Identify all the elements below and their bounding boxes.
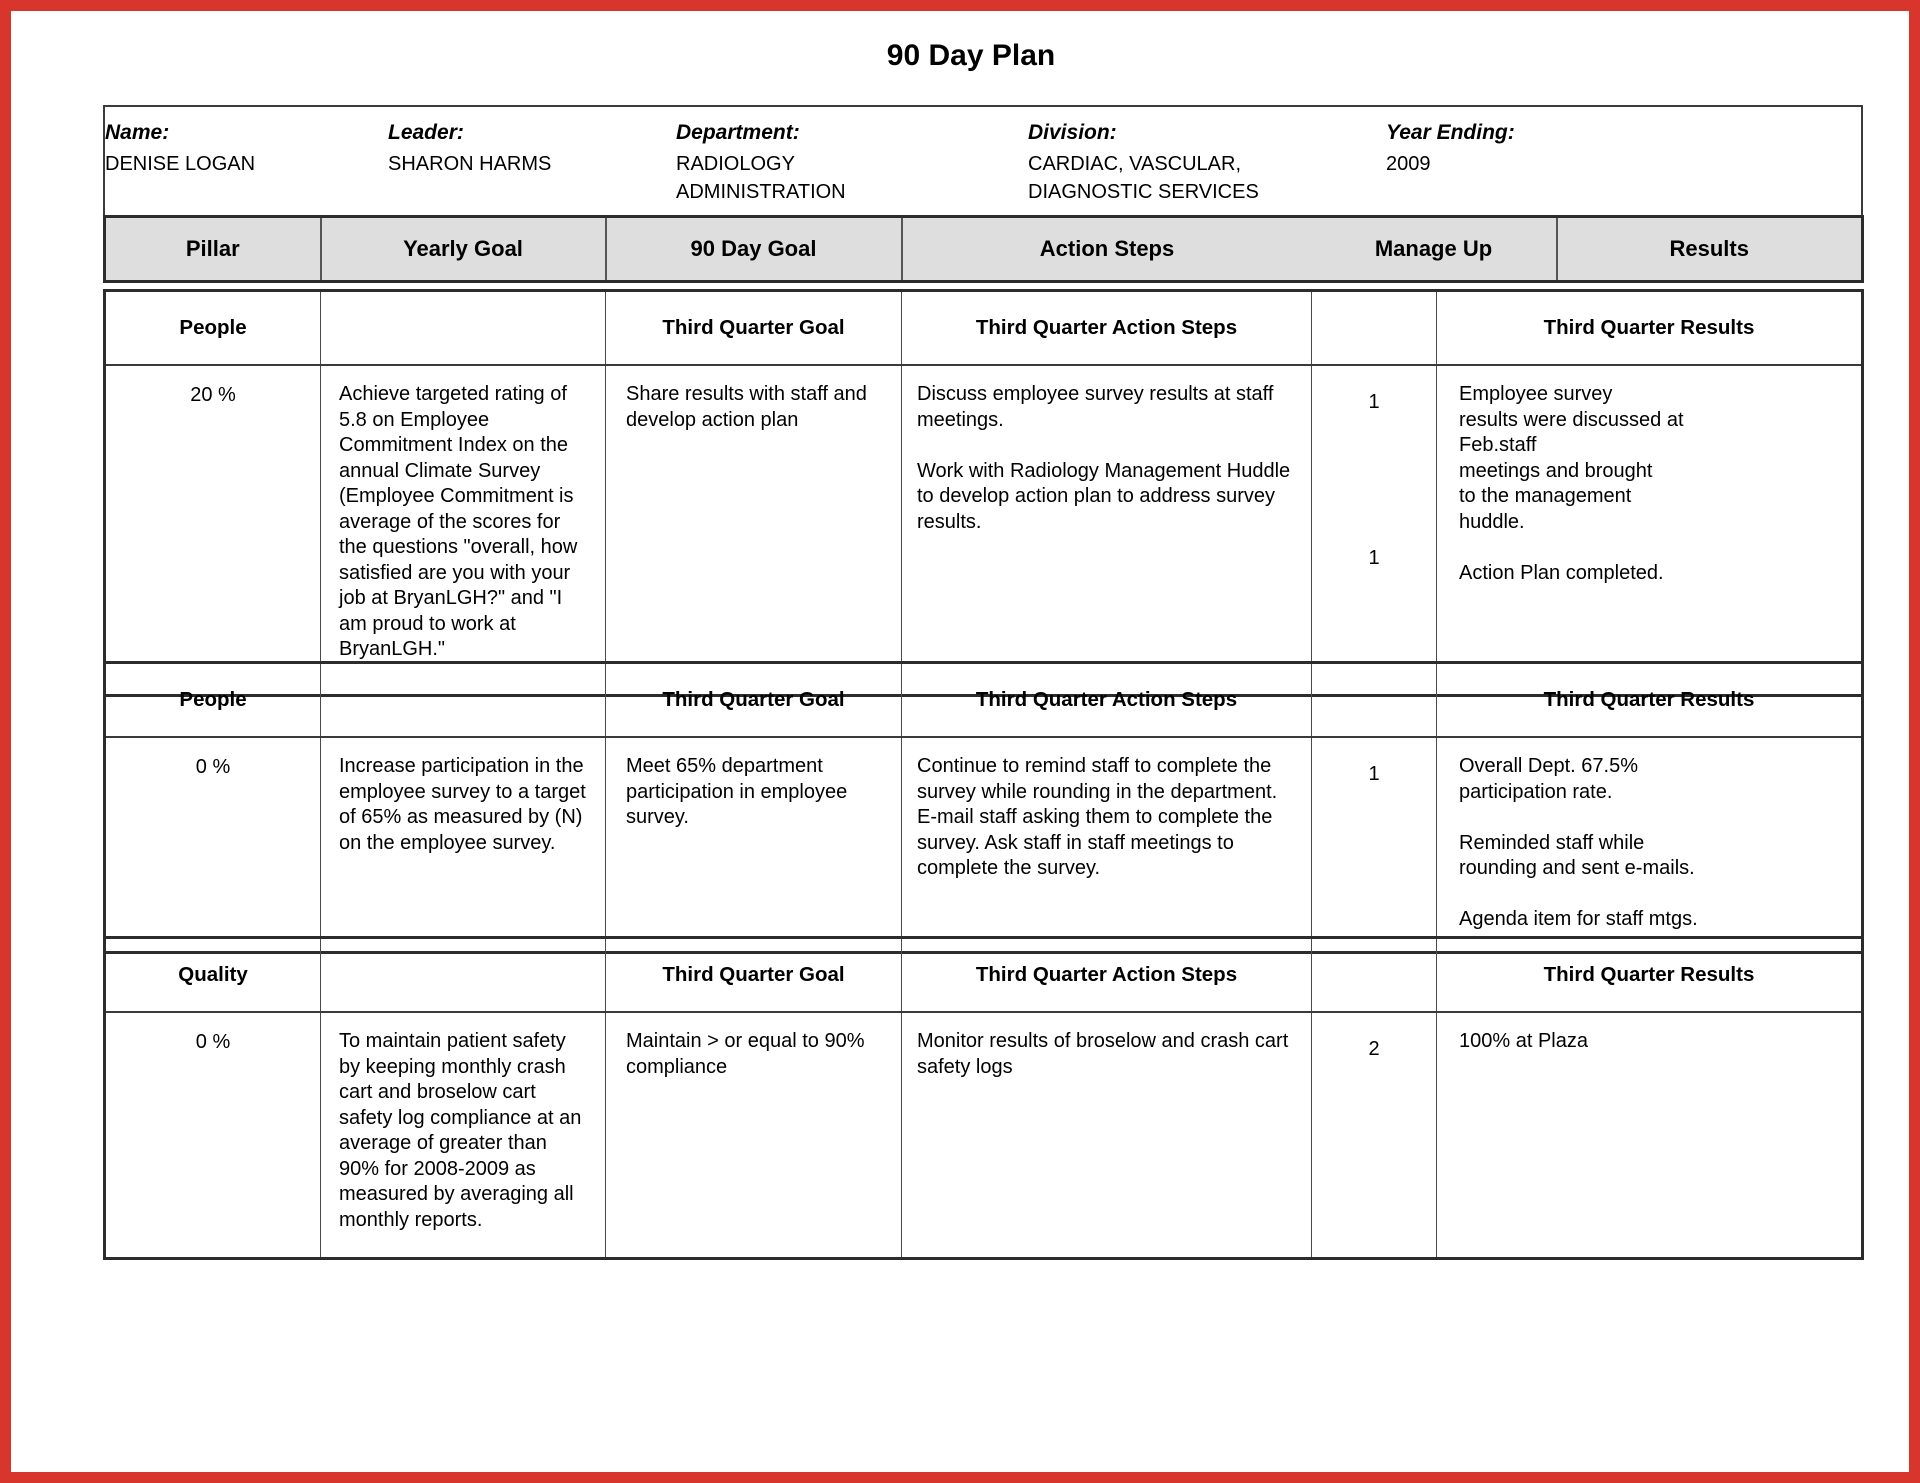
info-label-division: Division: bbox=[1028, 121, 1117, 144]
info-label-name: Name: bbox=[105, 121, 170, 144]
plan-section-1: People Third Quarter Goal Third Quarter … bbox=[103, 289, 1864, 697]
cell-yearly-goal: To maintain patient safety by keeping mo… bbox=[320, 1012, 606, 1258]
section-pillar-label: Quality bbox=[104, 937, 321, 1013]
cell-90-day-goal: Meet 65% department participation in emp… bbox=[605, 737, 902, 952]
section-manage-up-label bbox=[1311, 662, 1437, 738]
section-subheader-row: Quality Third Quarter Goal Third Quarter… bbox=[104, 937, 1863, 1013]
section-quarter-action-steps-label: Third Quarter Action Steps bbox=[901, 290, 1312, 366]
table-column-header: Pillar Yearly Goal 90 Day Goal Action St… bbox=[103, 215, 1864, 283]
col-header-results: Results bbox=[1555, 216, 1863, 282]
section-pillar-label: People bbox=[104, 662, 321, 738]
plan-section-2: People Third Quarter Goal Third Quarter … bbox=[103, 661, 1864, 954]
plan-info-table: Name: DENISE LOGAN Leader: SHARON HARMS … bbox=[103, 105, 1863, 222]
cell-action-steps: Continue to remind staff to complete the… bbox=[901, 737, 1312, 952]
info-cell-department: Department: RADIOLOGY ADMINISTRATION bbox=[676, 106, 1028, 221]
col-header-manage-up: Manage Up bbox=[1311, 216, 1557, 282]
document-sheet: 90 Day Plan Name: DENISE LOGAN Leader: S… bbox=[11, 11, 1909, 1472]
col-header-pillar: Pillar bbox=[104, 216, 321, 282]
table-row: 0 % Increase participation in the employ… bbox=[105, 737, 1863, 952]
info-value-division: CARDIAC, VASCULAR, DIAGNOSTIC SERVICES bbox=[1028, 153, 1259, 203]
table-row: 20 % Achieve targeted rating of 5.8 on E… bbox=[105, 365, 1863, 695]
plan-section-3: Quality Third Quarter Goal Third Quarter… bbox=[103, 936, 1864, 1260]
section-quarter-results-label: Third Quarter Results bbox=[1436, 662, 1863, 738]
page-title: 90 Day Plan bbox=[886, 39, 1056, 72]
cell-action-steps: Discuss employee survey results at staff… bbox=[901, 365, 1312, 695]
section-manage-up-label bbox=[1311, 290, 1437, 366]
cell-pillar-percent: 0 % bbox=[195, 756, 231, 778]
cell-90-day-goal: Share results with staff and develop act… bbox=[605, 365, 902, 695]
cell-pillar-percent: 0 % bbox=[195, 1031, 231, 1053]
section-yearly-goal-label bbox=[320, 662, 606, 738]
info-cell-name: Name: DENISE LOGAN bbox=[104, 106, 388, 221]
section-quarter-results-label: Third Quarter Results bbox=[1436, 290, 1863, 366]
cell-results: 100% at Plaza bbox=[1436, 1012, 1863, 1258]
section-yearly-goal-label bbox=[320, 290, 606, 366]
info-label-leader: Leader: bbox=[388, 121, 464, 144]
cell-results: Overall Dept. 67.5% participation rate. … bbox=[1436, 737, 1863, 952]
section-quarter-goal-label: Third Quarter Goal bbox=[605, 662, 902, 738]
col-header-90-day-goal: 90 Day Goal bbox=[604, 216, 902, 282]
section-quarter-goal-label: Third Quarter Goal bbox=[605, 937, 902, 1013]
cell-results: Employee survey results were discussed a… bbox=[1436, 365, 1863, 695]
info-label-department: Department: bbox=[676, 121, 800, 144]
cell-yearly-goal: Increase participation in the employee s… bbox=[320, 737, 606, 952]
info-row: Name: DENISE LOGAN Leader: SHARON HARMS … bbox=[104, 106, 1862, 221]
section-pillar-label: People bbox=[104, 290, 321, 366]
info-value-department: RADIOLOGY ADMINISTRATION bbox=[676, 153, 846, 203]
col-header-action-steps: Action Steps bbox=[900, 216, 1312, 282]
info-label-year-ending: Year Ending: bbox=[1386, 121, 1515, 144]
column-header-row: Pillar Yearly Goal 90 Day Goal Action St… bbox=[104, 216, 1863, 282]
cell-manage-up: 1 1 bbox=[1311, 365, 1437, 695]
info-cell-leader: Leader: SHARON HARMS bbox=[388, 106, 676, 221]
page-red-frame: 90 Day Plan Name: DENISE LOGAN Leader: S… bbox=[0, 0, 1920, 1483]
section-yearly-goal-label bbox=[320, 937, 606, 1013]
info-value-leader: SHARON HARMS bbox=[388, 153, 552, 175]
cell-manage-up: 1 bbox=[1311, 737, 1437, 952]
section-quarter-action-steps-label: Third Quarter Action Steps bbox=[901, 662, 1312, 738]
section-subheader-row: People Third Quarter Goal Third Quarter … bbox=[104, 662, 1863, 738]
cell-action-steps: Monitor results of broselow and crash ca… bbox=[901, 1012, 1312, 1258]
section-quarter-goal-label: Third Quarter Goal bbox=[605, 290, 902, 366]
section-manage-up-label bbox=[1311, 937, 1437, 1013]
section-subheader-row: People Third Quarter Goal Third Quarter … bbox=[104, 290, 1863, 366]
col-header-yearly-goal: Yearly Goal bbox=[319, 216, 606, 282]
info-value-year-ending: 2009 bbox=[1386, 153, 1431, 175]
cell-90-day-goal: Maintain > or equal to 90% compliance bbox=[605, 1012, 902, 1258]
cell-manage-up: 2 bbox=[1311, 1012, 1437, 1258]
cell-yearly-goal: Achieve targeted rating of 5.8 on Employ… bbox=[320, 365, 606, 695]
section-quarter-action-steps-label: Third Quarter Action Steps bbox=[901, 937, 1312, 1013]
info-cell-division: Division: CARDIAC, VASCULAR, DIAGNOSTIC … bbox=[1028, 106, 1386, 221]
table-row: 0 % To maintain patient safety by keepin… bbox=[105, 1012, 1863, 1258]
cell-pillar-percent: 20 % bbox=[190, 384, 236, 406]
info-value-name: DENISE LOGAN bbox=[105, 153, 256, 175]
section-quarter-results-label: Third Quarter Results bbox=[1436, 937, 1863, 1013]
info-cell-year-ending: Year Ending: 2009 bbox=[1386, 106, 1862, 221]
